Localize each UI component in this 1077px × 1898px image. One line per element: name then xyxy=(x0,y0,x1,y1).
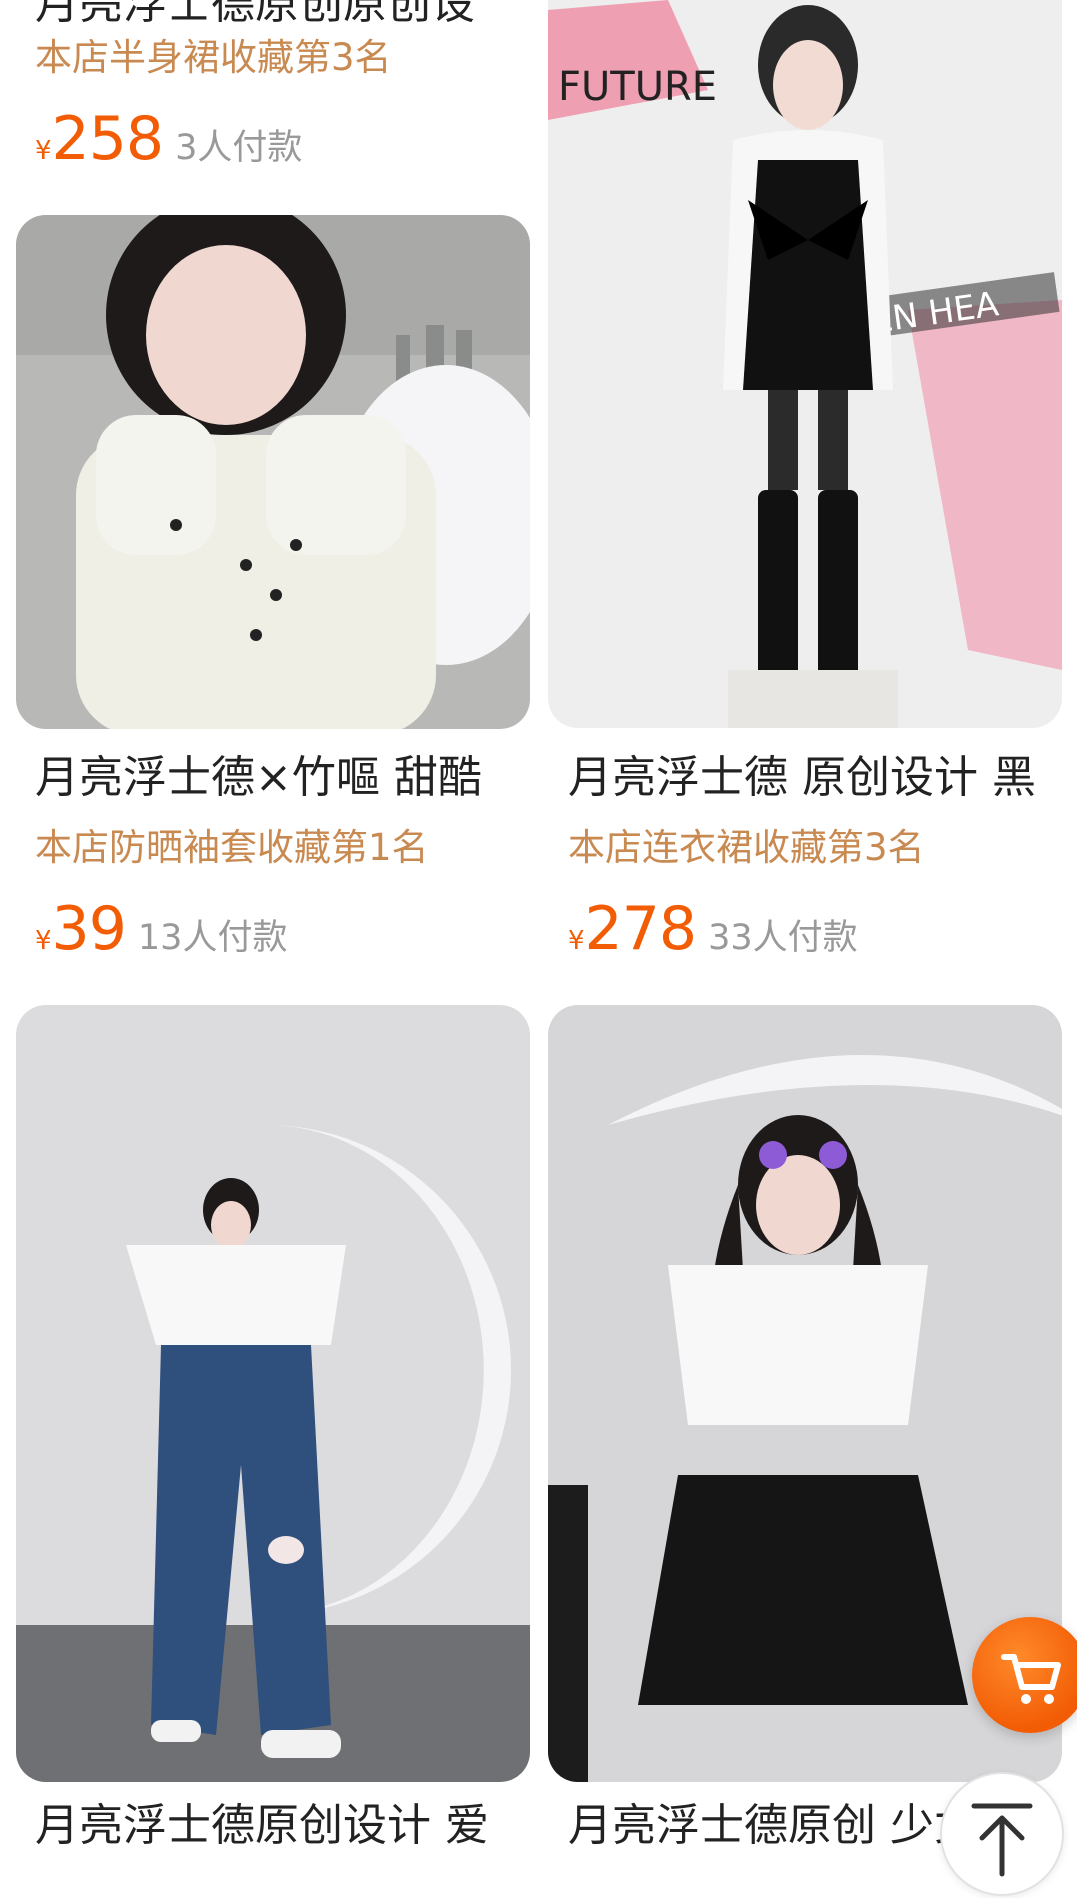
price-row: ¥278 33人付款 xyxy=(568,894,858,964)
product-title: 月亮浮士德原创 少女 xyxy=(568,1800,978,1851)
price: 258 xyxy=(51,104,165,174)
price: 39 xyxy=(51,894,127,964)
rank-label: 本店连衣裙收藏第3名 xyxy=(568,826,925,869)
cart-button[interactable] xyxy=(972,1617,1077,1733)
rank-label: 本店半身裙收藏第3名 xyxy=(35,36,392,79)
product-image[interactable] xyxy=(16,1005,530,1782)
currency-symbol: ¥ xyxy=(35,926,52,956)
product-title: 月亮浮士德原创设计 爱 xyxy=(35,1800,489,1851)
back-to-top-button[interactable] xyxy=(940,1772,1064,1896)
photo-text-future: FUTURE xyxy=(558,64,717,110)
product-image[interactable] xyxy=(16,215,530,729)
product-photo xyxy=(16,215,530,729)
back-to-top-icon xyxy=(971,1803,1033,1877)
product-image[interactable]: FUTURE KEN HEA xyxy=(548,0,1062,728)
product-photo xyxy=(16,1005,530,1782)
product-title: 月亮浮士德 原创设计 黑 xyxy=(568,752,1036,803)
price-row: ¥258 3人付款 xyxy=(35,104,302,174)
price: 278 xyxy=(584,894,698,964)
currency-symbol: ¥ xyxy=(568,926,585,956)
product-title: 月亮浮士德原创原创设 xyxy=(35,0,475,29)
paid-count: 3人付款 xyxy=(175,128,303,168)
currency-symbol: ¥ xyxy=(35,136,52,166)
rank-label: 本店防晒袖套收藏第1名 xyxy=(35,826,429,869)
paid-count: 33人付款 xyxy=(708,918,858,958)
product-title: 月亮浮士德×竹嘔 甜酷 xyxy=(35,752,482,803)
paid-count: 13人付款 xyxy=(137,918,288,958)
price-row: ¥39 13人付款 xyxy=(35,894,287,964)
shopping-cart-icon xyxy=(1001,1654,1061,1704)
product-photo: FUTURE KEN HEA xyxy=(548,0,1062,728)
